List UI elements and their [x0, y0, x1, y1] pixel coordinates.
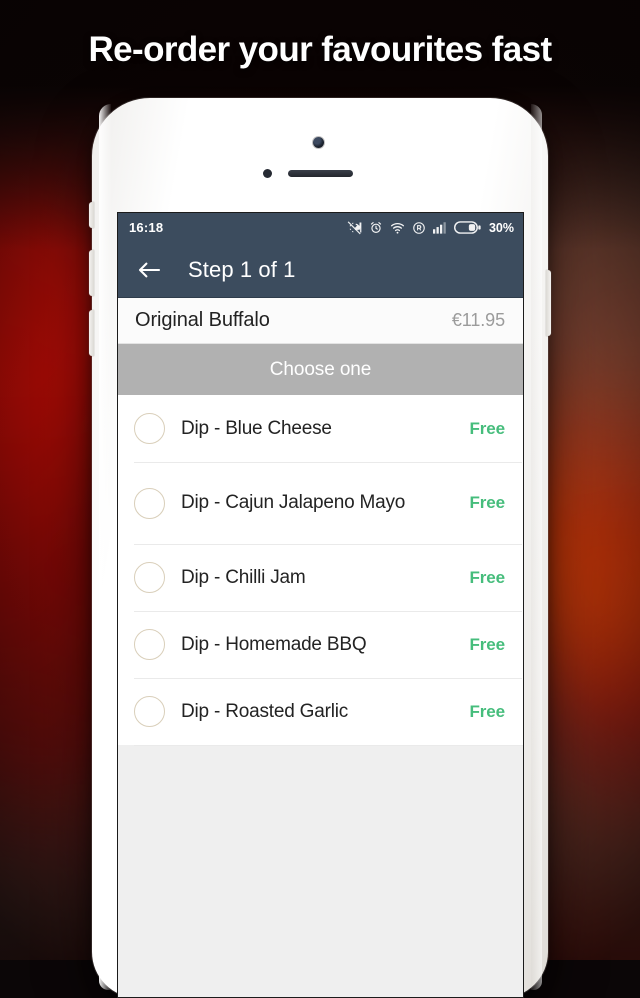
promo-headline: Re-order your favourites fast — [0, 0, 640, 100]
option-price: Free — [469, 635, 505, 655]
sync-disabled-icon — [347, 220, 362, 235]
radio-button-icon[interactable] — [134, 696, 165, 727]
item-price: €11.95 — [452, 310, 505, 331]
alarm-clock-icon — [369, 221, 383, 235]
phone-left-edge-highlight — [99, 104, 111, 990]
status-bar-clock: 16:18 — [129, 220, 163, 235]
choose-one-label: Choose one — [270, 359, 371, 381]
battery-icon — [454, 221, 481, 234]
status-bar: 16:18 — [118, 213, 523, 242]
volume-up-button[interactable] — [89, 250, 94, 296]
phone-right-edge-highlight — [531, 104, 542, 990]
app-bar-title: Step 1 of 1 — [188, 257, 296, 283]
wifi-icon — [390, 221, 405, 235]
option-row[interactable]: Dip - Roasted Garlic Free — [118, 678, 523, 745]
back-arrow-icon[interactable] — [135, 256, 163, 284]
option-list: Dip - Blue CheeseFreeDip - Cajun Jalapen… — [118, 395, 523, 745]
item-header: Original Buffalo €11.95 — [118, 298, 523, 344]
status-bar-icons: 30% — [347, 220, 514, 235]
option-row[interactable]: Dip - Homemade BBQ Free — [118, 611, 523, 678]
option-label: Dip - Roasted Garlic — [181, 700, 348, 724]
empty-list-area — [118, 746, 523, 997]
option-label: Dip - Homemade BBQ — [181, 633, 366, 657]
radio-button-icon[interactable] — [134, 629, 165, 660]
radio-button-icon[interactable] — [134, 413, 165, 444]
option-price: Free — [469, 493, 505, 513]
phone-screen: 16:18 — [117, 212, 524, 998]
mute-switch[interactable] — [89, 202, 94, 228]
item-name: Original Buffalo — [135, 309, 270, 332]
option-label: Dip - Chilli Jam — [181, 566, 306, 590]
option-row[interactable]: Dip - Chilli Jam Free — [118, 544, 523, 611]
option-row[interactable]: Dip - Blue Cheese Free — [118, 395, 523, 462]
option-price: Free — [469, 568, 505, 588]
phone-device-mockup: 16:18 — [92, 98, 548, 998]
option-row[interactable]: Dip - Cajun Jalapeno Mayo Free — [118, 462, 523, 544]
volume-down-button[interactable] — [89, 310, 94, 356]
power-button[interactable] — [546, 270, 551, 336]
front-camera-icon — [313, 137, 324, 148]
choose-one-section-header: Choose one — [118, 344, 523, 395]
option-price: Free — [469, 419, 505, 439]
radio-button-icon[interactable] — [134, 562, 165, 593]
radio-button-icon[interactable] — [134, 488, 165, 519]
option-label: Dip - Blue Cheese — [181, 417, 332, 441]
proximity-sensor-icon — [263, 169, 272, 178]
battery-percentage: 30% — [489, 221, 514, 235]
earpiece-speaker — [288, 170, 353, 177]
do-not-disturb-icon — [412, 221, 426, 235]
option-price: Free — [469, 702, 505, 722]
signal-bars-icon — [433, 221, 447, 234]
app-bar: Step 1 of 1 — [118, 242, 523, 298]
option-label: Dip - Cajun Jalapeno Mayo — [181, 491, 405, 515]
